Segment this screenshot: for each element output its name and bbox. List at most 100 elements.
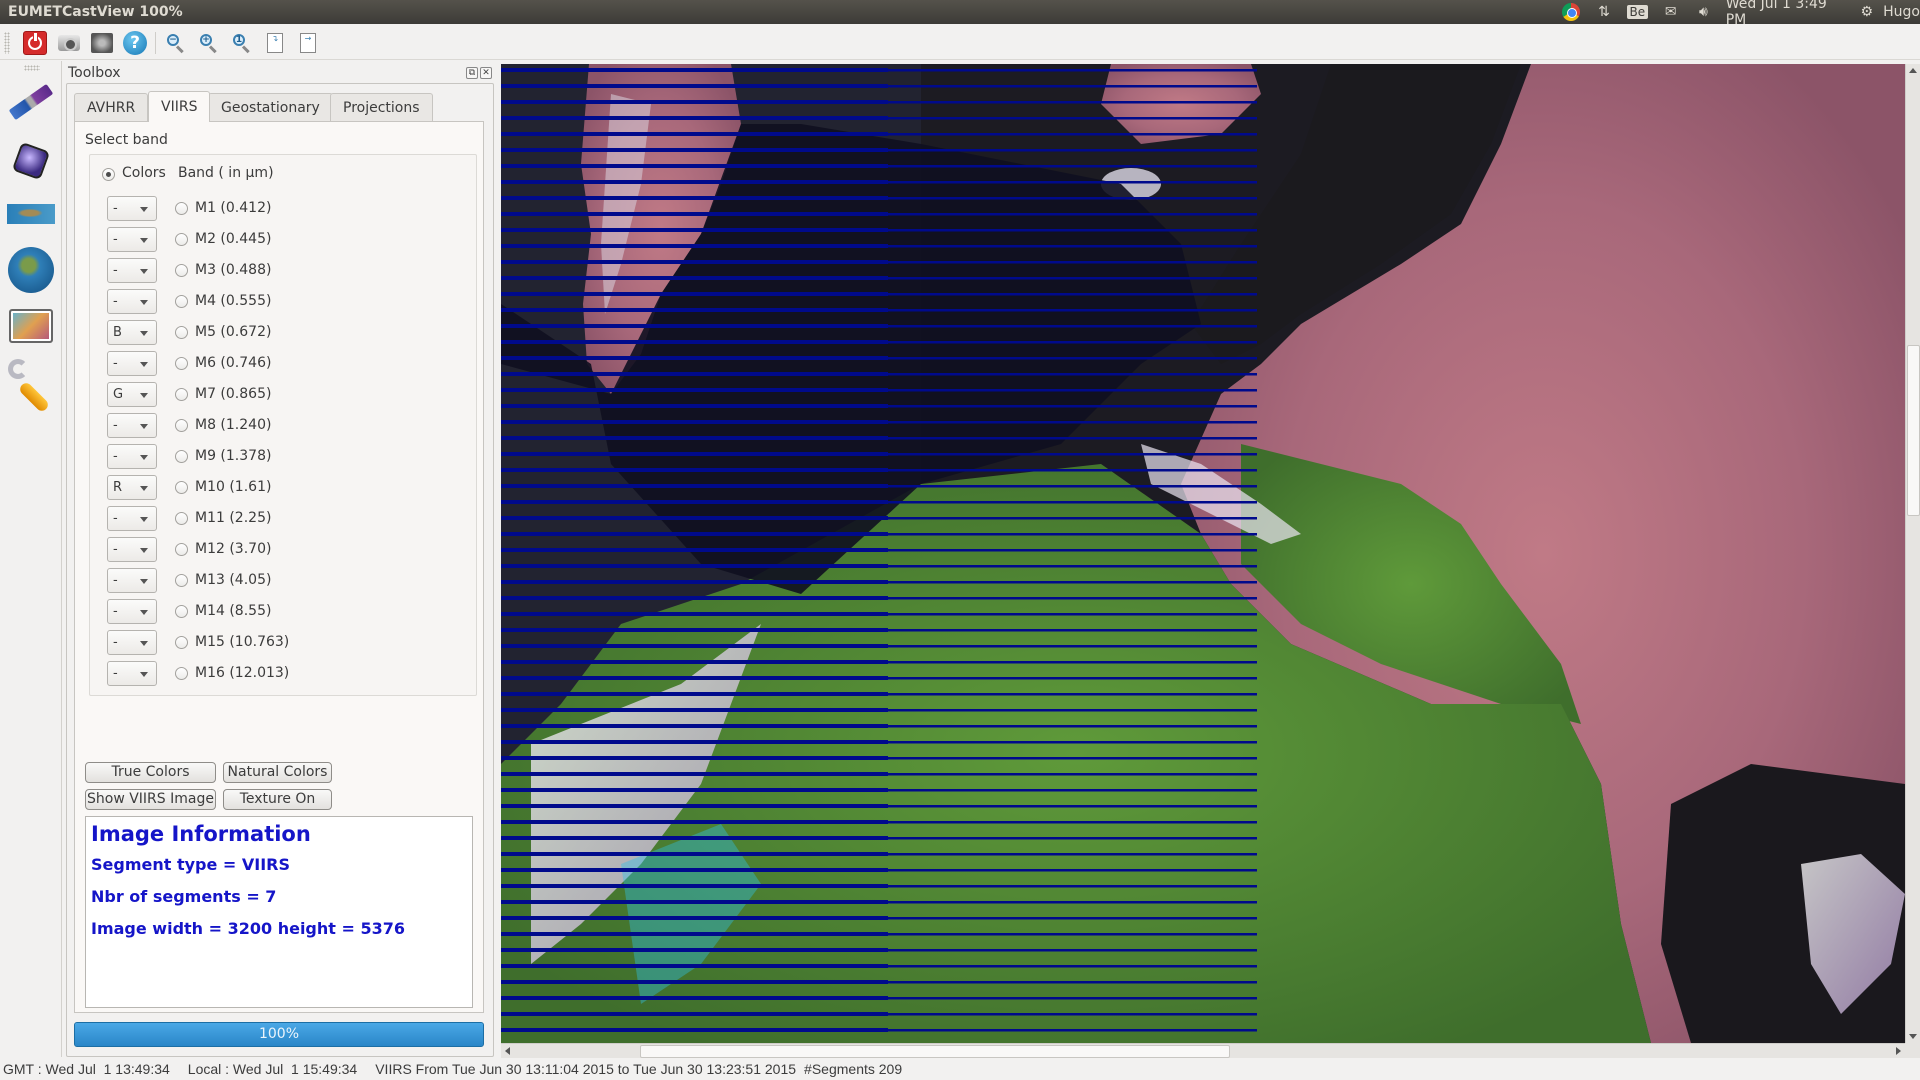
band-color-select[interactable]: - [107, 444, 157, 469]
band-color-select[interactable]: - [107, 196, 157, 221]
band-label: M10 (1.61) [195, 479, 272, 495]
scan-stripe [501, 788, 888, 792]
scan-stripe [501, 724, 888, 728]
scan-stripe [501, 468, 888, 472]
horizontal-scrollbar[interactable] [501, 1043, 1905, 1058]
vertical-scroll-thumb[interactable] [1907, 344, 1920, 516]
band-radio[interactable] [175, 295, 188, 308]
band-radio[interactable] [175, 357, 188, 370]
band-color-select[interactable]: - [107, 227, 157, 252]
chrome-icon[interactable] [1562, 3, 1581, 21]
satellite-icon [8, 83, 54, 121]
scan-stripe [501, 420, 888, 424]
user-name[interactable]: Hugo [1883, 4, 1920, 20]
band-radio[interactable] [175, 512, 188, 525]
mail-icon[interactable]: ✉ [1661, 3, 1680, 21]
band-row: - M11 (2.25) [90, 506, 470, 532]
quit-button[interactable] [22, 30, 48, 56]
band-radio[interactable] [175, 636, 188, 649]
tab-projections[interactable]: Projections [330, 93, 433, 121]
natural-colors-button[interactable]: Natural Colors [223, 762, 332, 783]
scroll-up-arrow-icon[interactable] [1909, 68, 1917, 73]
gear-icon[interactable]: ⚙ [1857, 3, 1876, 21]
scan-stripe [888, 181, 1257, 184]
scan-stripe [888, 501, 1257, 504]
horizontal-scroll-thumb[interactable] [639, 1045, 1231, 1058]
scroll-right-arrow-icon[interactable] [1896, 1047, 1901, 1055]
scan-stripe [888, 949, 1257, 952]
toolbar-grip[interactable] [4, 32, 10, 54]
band-radio[interactable] [175, 574, 188, 587]
scroll-down-arrow-icon[interactable] [1909, 1034, 1917, 1039]
sidebar-item-preferences[interactable] [6, 357, 56, 414]
band-radio[interactable] [175, 667, 188, 680]
scan-stripe [501, 644, 888, 648]
help-button[interactable]: ? [122, 30, 148, 56]
sidebar-item-projection-view[interactable] [6, 301, 56, 351]
band-radio[interactable] [175, 543, 188, 556]
band-radio[interactable] [175, 605, 188, 618]
band-color-select[interactable]: - [107, 413, 157, 438]
band-color-select[interactable]: R [107, 475, 157, 500]
page-vertical-button[interactable]: ↴ [262, 30, 288, 56]
band-color-select[interactable]: B [107, 320, 157, 345]
tab-viirs[interactable]: VIIRS [148, 91, 211, 122]
page-arrow-right-icon: → [300, 33, 316, 53]
keyboard-layout-badge[interactable]: Be [1626, 3, 1649, 21]
scan-stripe [501, 308, 888, 312]
band-radio[interactable] [175, 202, 188, 215]
sidebar-item-globe-view[interactable] [6, 245, 56, 295]
screenshot-button[interactable] [56, 30, 82, 56]
band-radio[interactable] [175, 233, 188, 246]
band-radio[interactable] [175, 419, 188, 432]
scan-stripe [888, 469, 1257, 472]
network-arrows-icon[interactable]: ⇅ [1595, 3, 1614, 21]
scan-stripe [888, 245, 1257, 248]
zoom-out-button[interactable]: − [163, 30, 189, 56]
zoom-reset-button[interactable]: 1 [229, 30, 255, 56]
sidebar-grip[interactable] [24, 65, 40, 71]
band-row: - M4 (0.555) [90, 289, 470, 315]
band-radio[interactable] [175, 264, 188, 277]
scan-stripe [888, 149, 1257, 152]
dock-float-button[interactable]: ⧉ [466, 67, 478, 79]
band-color-select[interactable]: G [107, 382, 157, 407]
band-color-select[interactable]: - [107, 506, 157, 531]
volume-icon[interactable]: 🔊︎ [1694, 3, 1713, 21]
scan-stripe [501, 404, 888, 408]
scroll-left-arrow-icon[interactable] [505, 1047, 510, 1055]
vertical-scrollbar[interactable] [1905, 64, 1920, 1043]
true-colors-button[interactable]: True Colors [85, 762, 216, 783]
segment-count: #Segments 209 [804, 1061, 903, 1077]
band-color-select[interactable]: - [107, 568, 157, 593]
sidebar-item-world-map[interactable] [6, 189, 56, 239]
band-color-select[interactable]: - [107, 537, 157, 562]
scan-stripe [501, 100, 888, 104]
band-radio[interactable] [175, 326, 188, 339]
page-horizontal-button[interactable]: → [295, 30, 321, 56]
sidebar-item-polar-satellite[interactable] [6, 77, 56, 127]
scan-stripe [888, 293, 1257, 296]
tab-geostationary[interactable]: Geostationary [208, 93, 333, 121]
band-radio[interactable] [175, 388, 188, 401]
band-color-select[interactable]: - [107, 258, 157, 283]
scan-stripe [501, 596, 888, 600]
zoom-in-button[interactable]: + [196, 30, 222, 56]
texture-on-button[interactable]: Texture On [223, 789, 332, 810]
dock-close-button[interactable]: ✕ [480, 67, 492, 79]
band-color-select[interactable]: - [107, 599, 157, 624]
tab-avhrr[interactable]: AVHRR [74, 93, 149, 121]
band-color-select[interactable]: - [107, 351, 157, 376]
band-radio[interactable] [175, 481, 188, 494]
band-color-select[interactable]: - [107, 661, 157, 686]
band-radio[interactable] [175, 450, 188, 463]
band-color-select[interactable]: - [107, 289, 157, 314]
band-color-select[interactable]: - [107, 630, 157, 655]
band-group: Colors Band ( in µm) - M1 (0.412) - M2 (0.4… [89, 154, 477, 696]
colors-radio[interactable] [102, 168, 115, 181]
screen-capture-button[interactable] [89, 30, 115, 56]
sidebar-item-geostationary-satellite[interactable] [6, 136, 56, 186]
show-viirs-image-button[interactable]: Show VIIRS Image [85, 789, 216, 810]
satellite-image-view[interactable] [501, 64, 1905, 1043]
scan-stripe [501, 820, 888, 824]
